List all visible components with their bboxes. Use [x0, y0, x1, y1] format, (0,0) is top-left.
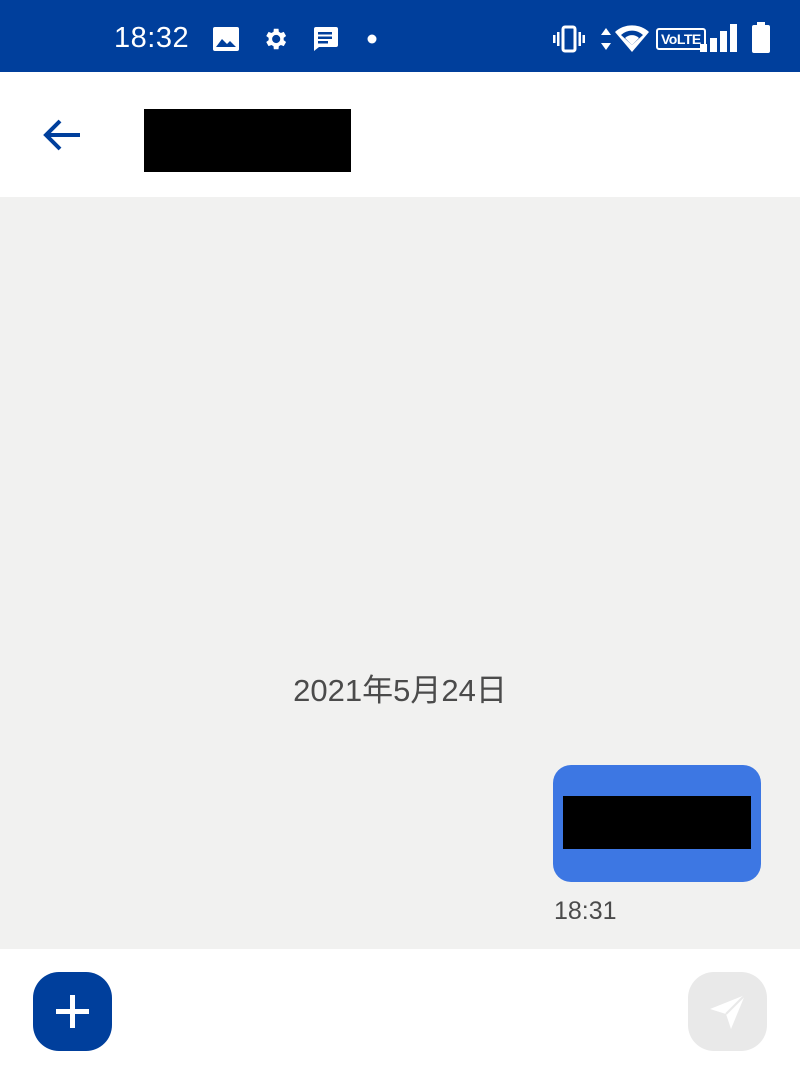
gear-icon [261, 25, 289, 53]
vibrate-icon [553, 25, 585, 53]
dot-icon [367, 34, 377, 44]
add-attachment-button[interactable] [33, 972, 112, 1051]
arrow-left-icon [36, 119, 88, 162]
input-bar [0, 949, 800, 1068]
back-button[interactable] [36, 112, 88, 158]
message-time: 18:31 [554, 897, 617, 925]
data-arrows-icon [600, 27, 612, 51]
status-bar: 18:32 VoLTE [0, 0, 800, 72]
battery-icon [751, 22, 771, 54]
signal-icon [700, 24, 740, 52]
volte-icon: VoLTE [656, 28, 706, 50]
chat-area[interactable]: 2021年5月24日 18:31 [0, 197, 800, 949]
message-notification-icon [311, 26, 339, 52]
status-time: 18:32 [114, 22, 190, 54]
contact-name-redacted [144, 109, 351, 172]
outgoing-message-bubble[interactable] [553, 765, 761, 882]
message-text-redacted [563, 796, 751, 849]
send-button[interactable] [688, 972, 767, 1051]
wifi-icon [614, 23, 650, 53]
date-divider: 2021年5月24日 [293, 673, 507, 708]
image-icon [212, 26, 240, 52]
app-header [0, 72, 800, 197]
